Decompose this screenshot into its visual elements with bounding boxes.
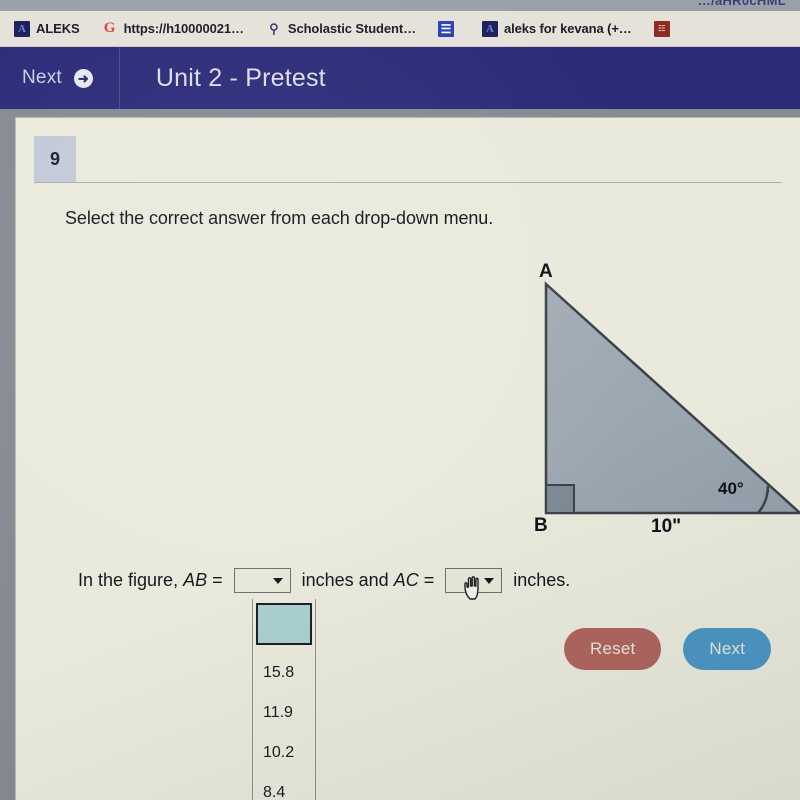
- red-favicon-icon: ☷: [653, 20, 670, 37]
- vertex-label-a: A: [539, 261, 553, 282]
- header-next-label: Next: [22, 67, 62, 88]
- aleks-favicon-icon: A: [14, 20, 30, 37]
- angle-label: 40°: [718, 479, 744, 498]
- aleks-favicon-icon: A: [482, 20, 498, 37]
- bookmark-label: Scholastic Student…: [287, 21, 416, 36]
- arrow-right-circle-icon: ➜: [73, 68, 93, 88]
- question-number-badge: 9: [34, 136, 76, 182]
- omnibox-sliver[interactable]: …/aHR0cHML: [0, 0, 800, 11]
- chevron-down-icon: [484, 577, 495, 584]
- next-button[interactable]: Next: [683, 628, 772, 670]
- answer-sentence: In the figure, AB = inches and AC = inch…: [73, 568, 575, 593]
- triangle-svg: [544, 281, 800, 515]
- header-next-button[interactable]: Next ➜: [0, 47, 120, 109]
- bookmark-h10000021[interactable]: G https://h10000021…: [102, 20, 244, 37]
- bookmark-label: aleks for kevana (+…: [504, 21, 632, 36]
- dropdown-option[interactable]: 15.8: [253, 653, 315, 693]
- variable-ac: AC: [393, 570, 419, 590]
- dropdown-option[interactable]: 11.9: [253, 693, 315, 733]
- dropdown-option-blank[interactable]: [256, 603, 312, 645]
- bookmark-document[interactable]: ☰: [438, 20, 460, 37]
- units-text-1: inches and: [301, 570, 389, 590]
- screen-photo: …/aHR0cHML A ALEKS G https://h10000021… …: [0, 0, 800, 800]
- equals-sign-2: =: [423, 570, 435, 590]
- bookmarks-bar[interactable]: A ALEKS G https://h10000021… ⚲ Scholasti…: [0, 11, 800, 47]
- dropdown-option[interactable]: 8.4: [253, 773, 315, 800]
- dropdown-ab-options-list[interactable]: 15.8 11.9 10.2 8.4: [252, 599, 316, 800]
- bookmark-label: https://h10000021…: [123, 21, 244, 36]
- action-buttons: Reset Next: [564, 628, 772, 670]
- google-favicon-icon: G: [103, 20, 116, 36]
- triangle-figure: A B 10" 40°: [496, 258, 800, 558]
- dropdown-ac[interactable]: [445, 568, 503, 593]
- triangle-shape: [544, 281, 800, 515]
- scholastic-favicon-icon: ⚲: [269, 20, 279, 36]
- bookmark-label: ALEKS: [36, 21, 80, 36]
- bookmark-aleks-for-kevana[interactable]: A aleks for kevana (+…: [482, 20, 632, 37]
- units-text-2: inches.: [513, 570, 571, 590]
- answer-lead-text: In the figure,: [78, 570, 179, 590]
- url-fragment-text: …/aHR0cHML: [697, 0, 786, 8]
- dropdown-ab[interactable]: [233, 568, 291, 593]
- document-favicon-icon: ☰: [438, 20, 454, 37]
- page-title: Unit 2 - Pretest: [155, 63, 326, 92]
- equals-sign-1: =: [212, 570, 223, 590]
- bookmark-aleks[interactable]: A ALEKS: [14, 20, 80, 37]
- question-prompt: Select the correct answer from each drop…: [65, 208, 494, 228]
- base-length-label: 10": [651, 516, 682, 537]
- right-angle-marker: [545, 484, 575, 514]
- bookmark-last[interactable]: ☷: [653, 20, 676, 37]
- card-divider: [34, 182, 782, 183]
- chevron-down-icon: [272, 577, 283, 584]
- variable-ab: AB: [183, 570, 208, 590]
- question-card: 9 Select the correct answer from each dr…: [16, 118, 800, 800]
- app-header: Next ➜ Unit 2 - Pretest: [0, 47, 800, 109]
- dropdown-option[interactable]: 10.2: [253, 733, 315, 773]
- reset-button[interactable]: Reset: [564, 628, 662, 670]
- bookmark-scholastic-student[interactable]: ⚲ Scholastic Student…: [266, 21, 416, 37]
- vertex-label-b: B: [534, 515, 548, 536]
